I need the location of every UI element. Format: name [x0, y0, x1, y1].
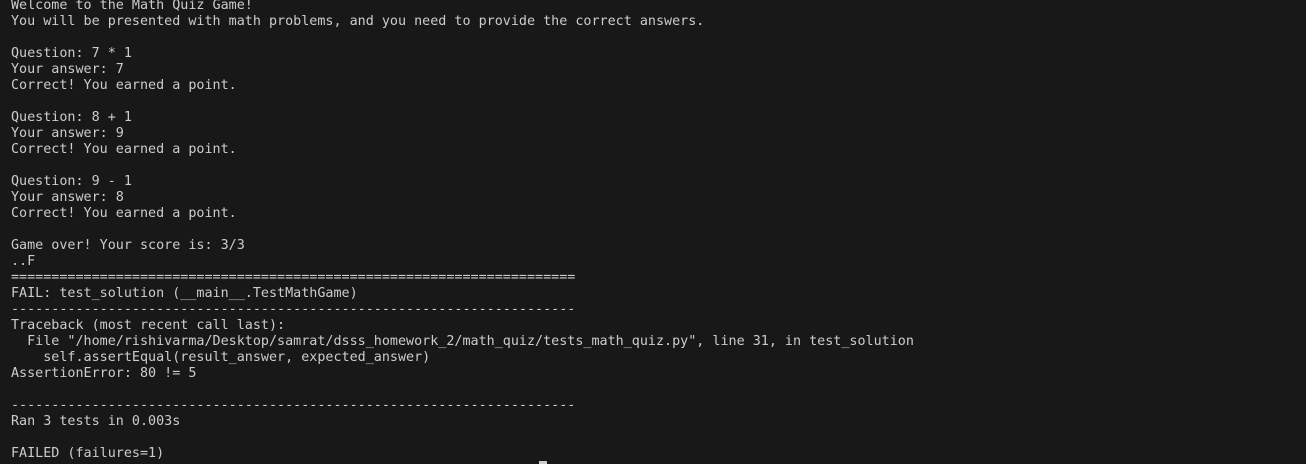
separator-line: ----------------------------------------…: [11, 398, 576, 413]
terminal-line: ..F: [11, 254, 36, 269]
terminal-line: Correct! You earned a point.: [11, 206, 237, 221]
terminal-line: FAILED (failures=1): [11, 446, 165, 461]
terminal-line: FAIL: test_solution (__main__.TestMathGa…: [11, 286, 358, 301]
separator-line: ----------------------------------------…: [11, 302, 576, 317]
terminal-line: self.assertEqual(result_answer, expected…: [11, 350, 431, 365]
terminal-window[interactable]: Welcome to the Math Quiz Game! You will …: [0, 0, 1306, 464]
terminal-line: AssertionError: 80 != 5: [11, 366, 197, 381]
terminal-line: Your answer: 7: [11, 62, 124, 77]
terminal-line: Welcome to the Math Quiz Game!: [11, 0, 253, 13]
terminal-line: Question: 8 + 1: [11, 110, 132, 125]
terminal-line: Your answer: 8: [11, 190, 124, 205]
terminal-line: Question: 9 - 1: [11, 174, 132, 189]
terminal-output: Welcome to the Math Quiz Game! You will …: [11, 0, 914, 462]
terminal-line: Your answer: 9: [11, 126, 124, 141]
terminal-line: Correct! You earned a point.: [11, 78, 237, 93]
terminal-line: Game over! Your score is: 3/3: [11, 238, 245, 253]
separator-line: ========================================…: [11, 270, 576, 285]
terminal-line: You will be presented with math problems…: [11, 14, 705, 29]
terminal-line: Traceback (most recent call last):: [11, 318, 286, 333]
terminal-line: Question: 7 * 1: [11, 46, 132, 61]
terminal-line: Correct! You earned a point.: [11, 142, 237, 157]
terminal-line: Ran 3 tests in 0.003s: [11, 414, 181, 429]
terminal-line: File "/home/rishivarma/Desktop/samrat/ds…: [11, 334, 914, 349]
